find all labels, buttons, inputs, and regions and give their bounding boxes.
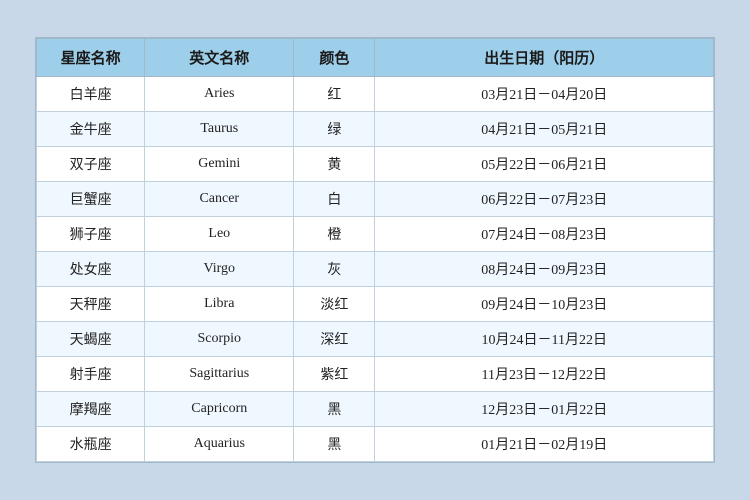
table-row: 狮子座Leo橙07月24日－08月23日 xyxy=(37,217,714,252)
cell-chinese: 天秤座 xyxy=(37,287,145,322)
cell-color: 黑 xyxy=(294,392,375,427)
cell-date: 07月24日－08月23日 xyxy=(375,217,714,252)
cell-english: Capricorn xyxy=(145,392,294,427)
table-header-row: 星座名称 英文名称 颜色 出生日期（阳历） xyxy=(37,39,714,77)
cell-english: Sagittarius xyxy=(145,357,294,392)
table-row: 射手座Sagittarius紫红11月23日－12月22日 xyxy=(37,357,714,392)
cell-english: Leo xyxy=(145,217,294,252)
table-row: 巨蟹座Cancer白06月22日－07月23日 xyxy=(37,182,714,217)
cell-chinese: 处女座 xyxy=(37,252,145,287)
table-row: 金牛座Taurus绿04月21日－05月21日 xyxy=(37,112,714,147)
cell-english: Aquarius xyxy=(145,427,294,462)
cell-date: 01月21日－02月19日 xyxy=(375,427,714,462)
cell-date: 11月23日－12月22日 xyxy=(375,357,714,392)
zodiac-table: 星座名称 英文名称 颜色 出生日期（阳历） 白羊座Aries红03月21日－04… xyxy=(36,38,714,462)
cell-color: 黄 xyxy=(294,147,375,182)
cell-chinese: 金牛座 xyxy=(37,112,145,147)
header-color: 颜色 xyxy=(294,39,375,77)
cell-chinese: 水瓶座 xyxy=(37,427,145,462)
cell-english: Taurus xyxy=(145,112,294,147)
cell-chinese: 射手座 xyxy=(37,357,145,392)
header-date: 出生日期（阳历） xyxy=(375,39,714,77)
table-row: 水瓶座Aquarius黑01月21日－02月19日 xyxy=(37,427,714,462)
table-row: 摩羯座Capricorn黑12月23日－01月22日 xyxy=(37,392,714,427)
cell-english: Gemini xyxy=(145,147,294,182)
cell-chinese: 天蝎座 xyxy=(37,322,145,357)
cell-date: 12月23日－01月22日 xyxy=(375,392,714,427)
cell-date: 03月21日－04月20日 xyxy=(375,77,714,112)
cell-chinese: 白羊座 xyxy=(37,77,145,112)
cell-color: 红 xyxy=(294,77,375,112)
cell-date: 08月24日－09月23日 xyxy=(375,252,714,287)
zodiac-table-container: 星座名称 英文名称 颜色 出生日期（阳历） 白羊座Aries红03月21日－04… xyxy=(35,37,715,463)
cell-english: Virgo xyxy=(145,252,294,287)
cell-color: 绿 xyxy=(294,112,375,147)
cell-chinese: 狮子座 xyxy=(37,217,145,252)
cell-color: 紫红 xyxy=(294,357,375,392)
header-english: 英文名称 xyxy=(145,39,294,77)
cell-chinese: 巨蟹座 xyxy=(37,182,145,217)
cell-english: Cancer xyxy=(145,182,294,217)
cell-date: 10月24日－11月22日 xyxy=(375,322,714,357)
cell-color: 白 xyxy=(294,182,375,217)
cell-color: 灰 xyxy=(294,252,375,287)
cell-chinese: 双子座 xyxy=(37,147,145,182)
cell-color: 深红 xyxy=(294,322,375,357)
cell-english: Libra xyxy=(145,287,294,322)
table-row: 白羊座Aries红03月21日－04月20日 xyxy=(37,77,714,112)
cell-date: 04月21日－05月21日 xyxy=(375,112,714,147)
cell-chinese: 摩羯座 xyxy=(37,392,145,427)
cell-color: 黑 xyxy=(294,427,375,462)
table-row: 天蝎座Scorpio深红10月24日－11月22日 xyxy=(37,322,714,357)
table-row: 双子座Gemini黄05月22日－06月21日 xyxy=(37,147,714,182)
cell-color: 橙 xyxy=(294,217,375,252)
cell-date: 06月22日－07月23日 xyxy=(375,182,714,217)
table-row: 天秤座Libra淡红09月24日－10月23日 xyxy=(37,287,714,322)
cell-date: 09月24日－10月23日 xyxy=(375,287,714,322)
cell-english: Scorpio xyxy=(145,322,294,357)
cell-date: 05月22日－06月21日 xyxy=(375,147,714,182)
header-chinese: 星座名称 xyxy=(37,39,145,77)
table-row: 处女座Virgo灰08月24日－09月23日 xyxy=(37,252,714,287)
cell-english: Aries xyxy=(145,77,294,112)
cell-color: 淡红 xyxy=(294,287,375,322)
